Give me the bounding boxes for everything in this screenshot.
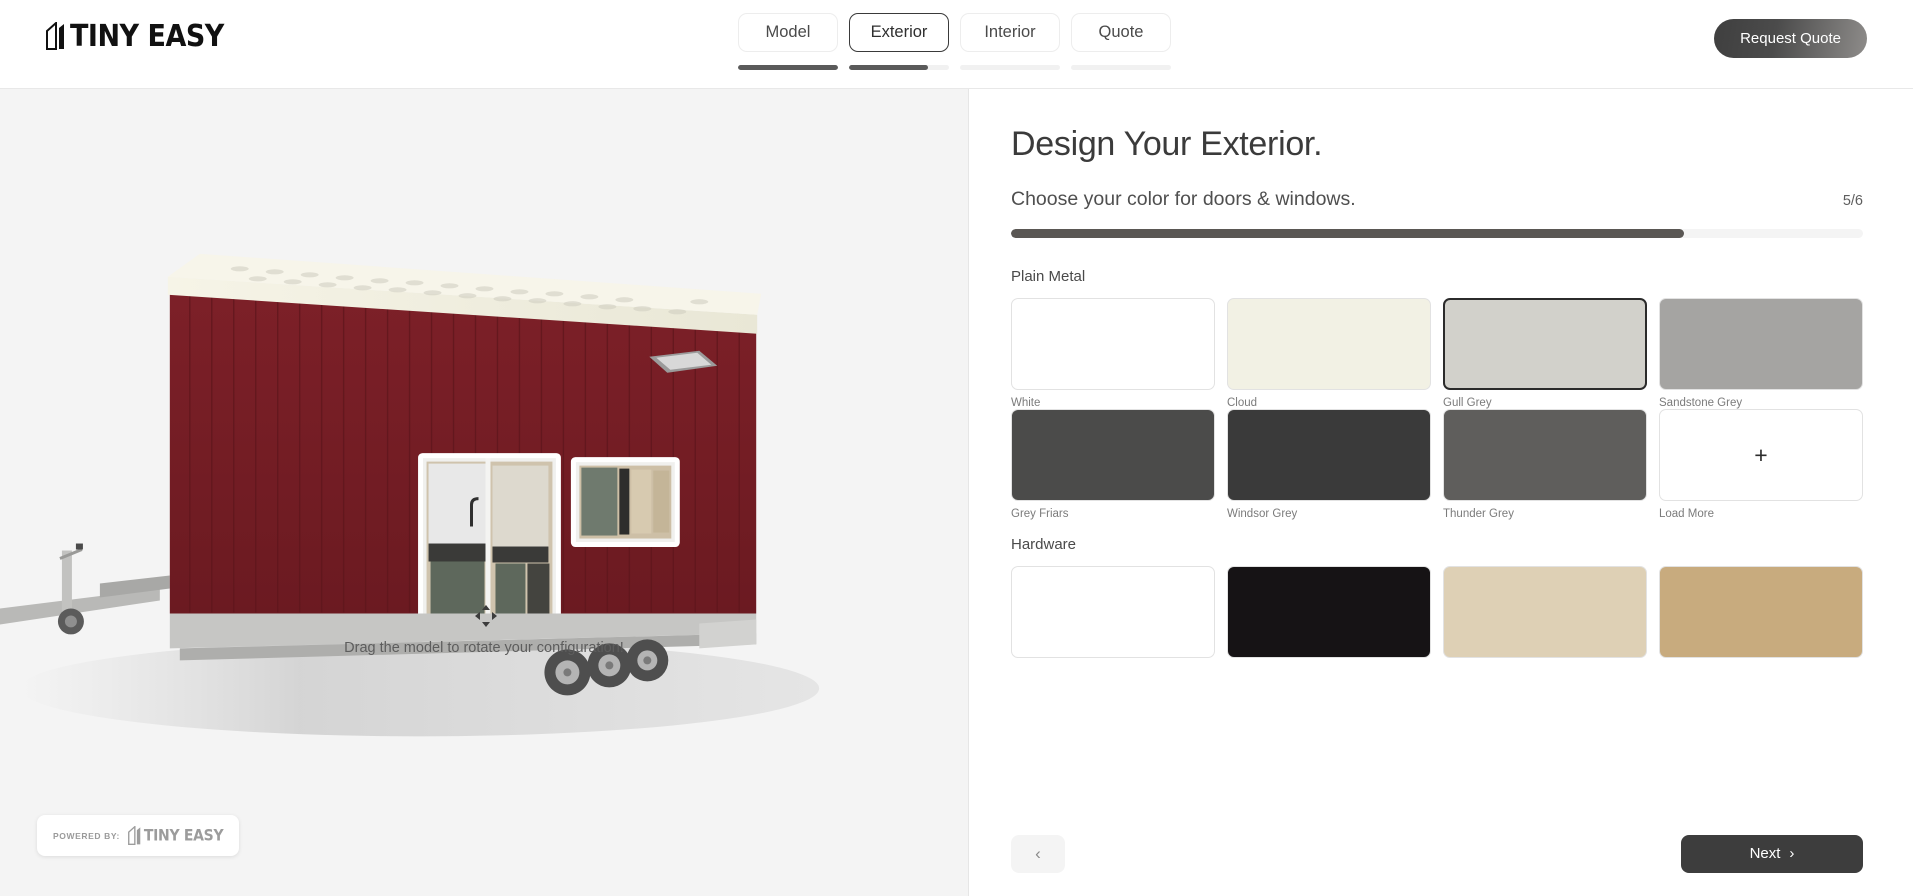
next-button[interactable]: Next ›	[1681, 834, 1863, 873]
color-swatch-thunder-grey[interactable]	[1443, 409, 1647, 501]
swatch-grid-hardware	[1011, 566, 1863, 658]
swatch-label: Load More	[1659, 508, 1714, 520]
main-body: Drag the model to rotate your configurat…	[0, 89, 1913, 896]
tab-interior[interactable]: Interior	[960, 13, 1060, 52]
page-title: Design Your Exterior.	[1011, 125, 1323, 163]
swatch-label: Sandstone Grey	[1659, 397, 1743, 409]
tab-exterior[interactable]: Exterior	[849, 13, 949, 52]
step-subtitle: Choose your color for doors & windows.	[1011, 188, 1356, 210]
group-title-hardware: Hardware	[1011, 536, 1077, 553]
swatch-item: White	[1011, 298, 1215, 409]
step-progress-fill	[1011, 229, 1685, 238]
tab-group-quote: Quote	[1071, 13, 1171, 70]
swatch-item: + Load More	[1659, 409, 1863, 520]
tab-quote[interactable]: Quote	[1071, 13, 1171, 52]
hardware-swatch-white[interactable]	[1011, 566, 1215, 658]
swatch-item: Gull Grey	[1443, 298, 1647, 409]
tab-group-exterior: Exterior	[849, 13, 949, 70]
swatch-label: White	[1011, 397, 1041, 409]
swatch-item	[1227, 566, 1431, 658]
swatch-item	[1659, 566, 1863, 658]
swatch-label: Cloud	[1227, 397, 1258, 409]
chevron-right-icon: ›	[1789, 845, 1795, 862]
powered-by-brand: TINY EASY	[143, 826, 224, 845]
color-swatch-sandstone-grey[interactable]	[1659, 298, 1863, 390]
back-button[interactable]: ‹	[1011, 834, 1065, 873]
tab-model[interactable]: Model	[738, 13, 838, 52]
color-swatch-grey-friars[interactable]	[1011, 409, 1215, 501]
app-header: TINY EASY Model Exterior Interior Quote	[0, 0, 1913, 89]
swatch-item	[1011, 566, 1215, 658]
configurator-panel: Design Your Exterior. Choose your color …	[969, 89, 1913, 896]
color-swatch-white[interactable]	[1011, 298, 1215, 390]
powered-by-badge: POWERED BY: TINY EASY	[37, 815, 240, 856]
swatch-label: Grey Friars	[1011, 508, 1069, 520]
brand-logo-text: TINY EASY	[70, 18, 224, 54]
swatch-item: Windsor Grey	[1227, 409, 1431, 520]
tab-group-interior: Interior	[960, 13, 1060, 70]
request-quote-button[interactable]: Request Quote	[1714, 19, 1867, 58]
model-viewer[interactable]: Drag the model to rotate your configurat…	[0, 89, 969, 896]
color-swatch-cloud[interactable]	[1227, 298, 1431, 390]
tab-progress-fill	[849, 65, 928, 70]
color-swatch-gull-grey[interactable]	[1443, 298, 1647, 390]
hardware-swatch-tan[interactable]	[1659, 566, 1863, 658]
step-counter: 5/6	[1842, 193, 1863, 209]
swatch-label: Windsor Grey	[1227, 508, 1298, 520]
step-progress-bar	[1011, 229, 1863, 238]
swatch-item: Cloud	[1227, 298, 1431, 409]
powered-by-label: POWERED BY:	[53, 830, 120, 841]
swatch-label: Thunder Grey	[1443, 508, 1514, 520]
hardware-swatch-black[interactable]	[1227, 566, 1431, 658]
configurator-scroll-area[interactable]: Design Your Exterior. Choose your color …	[969, 89, 1913, 811]
house-logo-icon	[46, 22, 64, 50]
swatch-item: Grey Friars	[1011, 409, 1215, 520]
step-header: Choose your color for doors & windows. 5…	[1011, 188, 1863, 211]
brand-logo[interactable]: TINY EASY	[46, 18, 224, 54]
swatch-item: Thunder Grey	[1443, 409, 1647, 520]
load-more-button[interactable]: +	[1659, 409, 1863, 501]
powered-by-logo: TINY EASY	[127, 826, 224, 845]
next-button-label: Next	[1749, 845, 1781, 862]
house-logo-icon	[127, 826, 141, 845]
hardware-swatch-light-beige[interactable]	[1443, 566, 1647, 658]
swatch-grid-plain-metal: White Cloud Gull Grey Sandstone Grey Gre…	[1011, 298, 1863, 520]
tab-progress-interior	[960, 65, 1060, 70]
panel-footer: ‹ Next ›	[969, 811, 1913, 896]
tab-group-model: Model	[738, 13, 838, 70]
group-title-plain-metal: Plain Metal	[1011, 268, 1086, 285]
tab-progress-fill	[738, 65, 838, 70]
swatch-item	[1443, 566, 1647, 658]
step-tabs: Model Exterior Interior Quote	[738, 13, 1171, 70]
swatch-item: Sandstone Grey	[1659, 298, 1863, 409]
swatch-label: Gull Grey	[1443, 397, 1492, 409]
plus-icon: +	[1754, 441, 1768, 468]
tab-progress-model	[738, 65, 838, 70]
tiny-house-3d-model[interactable]	[0, 89, 968, 896]
tab-progress-exterior	[849, 65, 949, 70]
color-swatch-windsor-grey[interactable]	[1227, 409, 1431, 501]
tab-progress-quote	[1071, 65, 1171, 70]
